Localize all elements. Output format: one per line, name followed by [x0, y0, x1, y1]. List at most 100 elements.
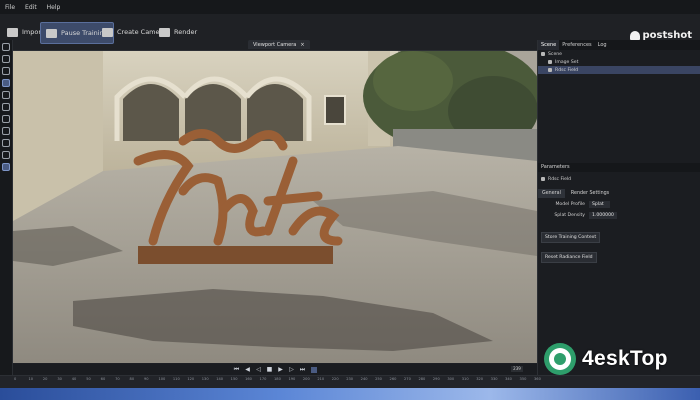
ruler-tick: 110 — [172, 377, 180, 381]
tree-item-radiance-field[interactable]: Rdsc Field — [538, 66, 700, 74]
tree-label: Rdsc Field — [555, 67, 579, 73]
tree-label: Scene — [548, 51, 563, 57]
ruler-tick: 220 — [331, 377, 339, 381]
tree-item-scene[interactable]: Scene — [538, 50, 700, 58]
ruler-tick: 120 — [187, 377, 195, 381]
right-panel: Scene Preferences Log Scene Image Set Rd… — [537, 40, 700, 375]
ruler-tick: 10 — [28, 377, 34, 381]
ruler-tick: 80 — [129, 377, 135, 381]
skip-start-icon[interactable]: ⏮ — [234, 366, 240, 373]
cube-tool-icon[interactable] — [2, 115, 10, 123]
tab-log[interactable]: Log — [595, 40, 610, 50]
expand-icon — [541, 52, 545, 56]
ruler-tick: 140 — [216, 377, 224, 381]
pause-icon — [46, 28, 57, 38]
loop-mode-icon[interactable] — [310, 366, 317, 373]
ruler-tick: 210 — [317, 377, 325, 381]
tool-strip — [0, 40, 13, 388]
ruler-tick: 290 — [432, 377, 440, 381]
taskbar — [0, 388, 700, 400]
ruler-tick: 310 — [461, 377, 469, 381]
ruler-tick: 250 — [375, 377, 382, 381]
ruler-tick: 280 — [418, 377, 426, 381]
ruler-tick: 200 — [302, 377, 310, 381]
ruler-tick: 260 — [389, 377, 397, 381]
layers-tool-icon[interactable] — [2, 151, 10, 159]
postshot-logo-icon — [629, 31, 640, 40]
tab-preferences[interactable]: Preferences — [559, 40, 594, 50]
box-tool-icon[interactable] — [2, 103, 10, 111]
splat-density-label: Splat Density — [554, 212, 585, 218]
render-button[interactable]: Render — [154, 22, 202, 42]
menu-file[interactable]: File — [0, 4, 20, 11]
ruler-tick: 190 — [288, 377, 296, 381]
axis-tool-icon[interactable] — [2, 127, 10, 135]
ruler-tick: 360 — [534, 377, 541, 381]
play-reverse-icon[interactable]: ◁ — [256, 366, 262, 373]
ruler-tick: 30 — [57, 377, 62, 381]
rotate-tool-icon[interactable] — [2, 55, 10, 63]
ruler-tick: 0 — [14, 377, 17, 381]
ruler-tick: 130 — [201, 377, 209, 381]
step-back-icon[interactable]: ◀ — [245, 366, 251, 373]
ruler-tick: 350 — [519, 377, 527, 381]
selected-node-label: Rdsc Field — [548, 176, 572, 182]
reset-radiance-field-button[interactable]: Reset Radiance Field — [541, 252, 597, 263]
ruler-tick: 160 — [245, 377, 252, 381]
menu-help[interactable]: Help — [42, 4, 66, 11]
grid-tool-icon[interactable] — [2, 139, 10, 147]
ruler-tick: 240 — [360, 377, 368, 381]
tab-render-settings[interactable]: Render Settings — [567, 189, 613, 198]
render-icon — [159, 27, 170, 37]
ruler-tick: 50 — [86, 377, 91, 381]
selected-node: Rdsc Field — [538, 175, 700, 183]
playback-controls: ⏮ ◀ ◁ ■ ▶ ▷ ⏭ 239 — [13, 364, 537, 375]
splat-density-input[interactable]: 1.000000 — [589, 211, 617, 219]
radiance-field-icon — [548, 68, 552, 72]
menu-edit[interactable]: Edit — [20, 4, 42, 11]
scene-image — [13, 51, 537, 363]
tree-label: Image Set — [555, 59, 579, 65]
ruler-tick: 40 — [71, 377, 77, 381]
tree-item-image-set[interactable]: Image Set — [538, 58, 700, 66]
orbit-tool-icon[interactable] — [2, 67, 10, 75]
skip-end-icon[interactable]: ⏭ — [300, 366, 306, 373]
ruler-tick: 230 — [346, 377, 354, 381]
store-training-context-button[interactable]: Store Training Context — [541, 232, 601, 243]
ruler-tick: 320 — [476, 377, 484, 381]
close-icon[interactable]: × — [300, 42, 304, 48]
brush-tool-icon[interactable] — [2, 91, 10, 99]
render-label: Render — [174, 28, 198, 36]
ruler-tick: 20 — [42, 377, 48, 381]
splat-density-row: Splat Density 1.000000 — [538, 210, 700, 220]
model-profile-select[interactable]: Splat — [589, 200, 610, 208]
model-profile-label: Model Profile — [555, 201, 585, 207]
tab-scene[interactable]: Scene — [538, 40, 560, 50]
watermark-text: 4eskTop — [582, 347, 668, 370]
image-set-icon — [548, 60, 552, 64]
ruler-tick: 270 — [404, 377, 411, 381]
stop-icon[interactable]: ■ — [267, 366, 273, 373]
camera-icon — [102, 27, 113, 37]
ruler-tick: 330 — [490, 377, 498, 381]
parameter-subtabs: General Render Settings — [538, 189, 700, 198]
move-tool-icon[interactable] — [2, 43, 10, 51]
ruler-tick: 180 — [274, 377, 281, 381]
step-forward-icon[interactable]: ▷ — [289, 366, 295, 373]
ruler-tick: 150 — [230, 377, 238, 381]
ruler-tick: 100 — [158, 377, 166, 381]
viewport-tab-label: Viewport Camera — [253, 41, 297, 48]
model-profile-row: Model Profile Splat — [538, 199, 700, 209]
ruler-tick: 170 — [259, 377, 267, 381]
select-tool-icon[interactable] — [2, 79, 10, 87]
point-tool-icon[interactable] — [2, 163, 10, 171]
viewport-render[interactable] — [13, 51, 537, 363]
play-icon[interactable]: ▶ — [278, 366, 284, 373]
viewport-tab[interactable]: Viewport Camera × — [248, 40, 310, 49]
parameters-panel: Parameters Rdsc Field General Render Set… — [538, 163, 700, 263]
ruler-tick: 70 — [115, 377, 120, 381]
frame-field[interactable]: 239 — [511, 366, 523, 372]
ruler-tick: 90 — [144, 377, 149, 381]
tab-general[interactable]: General — [538, 189, 565, 198]
watermark: 4eskTop — [542, 337, 700, 381]
